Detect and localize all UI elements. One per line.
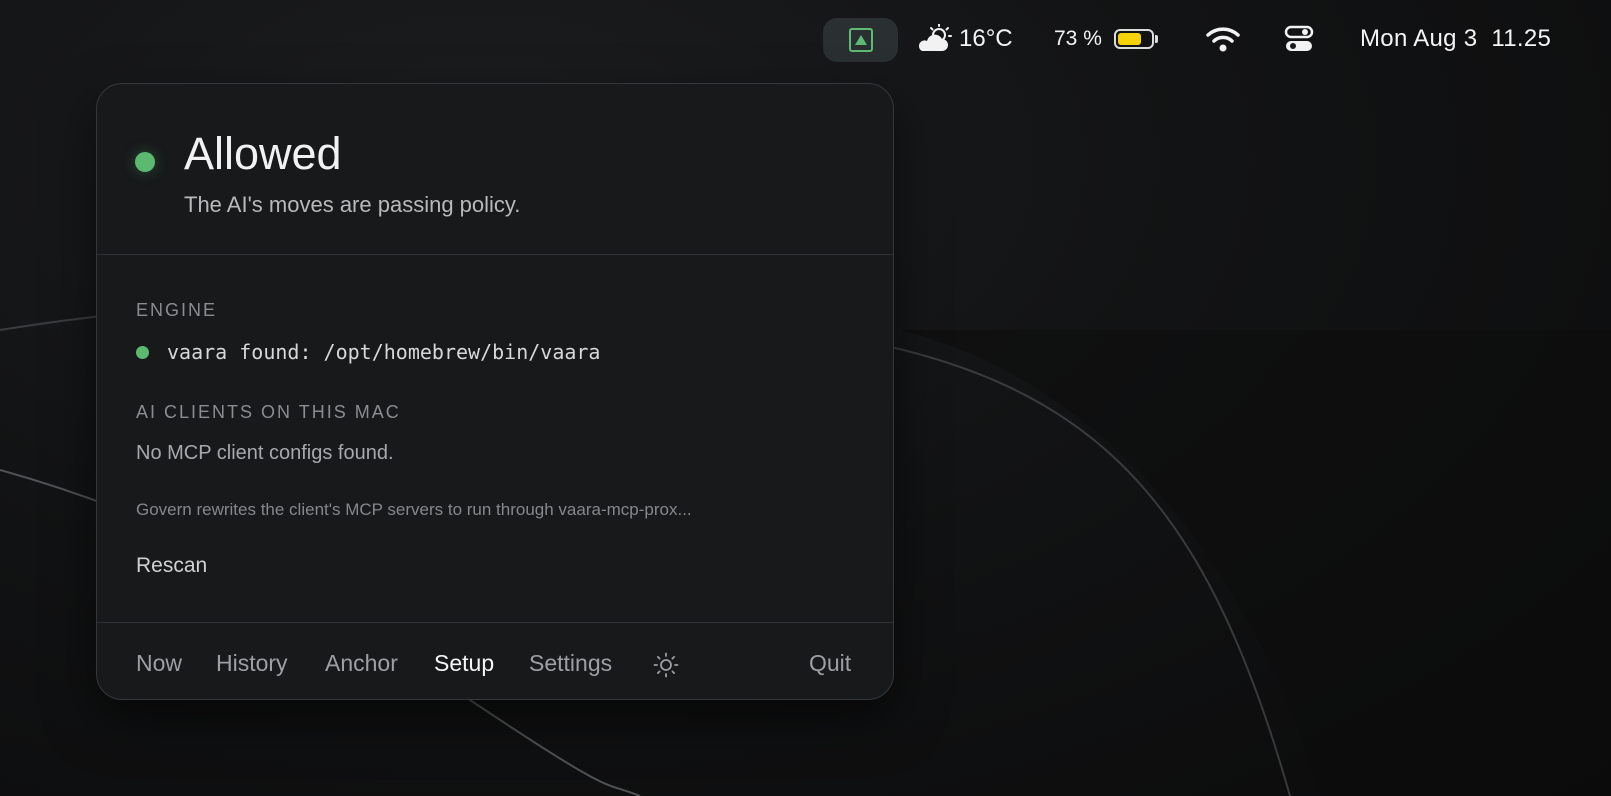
- status-subtitle: The AI's moves are passing policy.: [184, 192, 521, 217]
- tab-bar: Now History Anchor Setup Settings Quit: [97, 622, 893, 701]
- tab-history[interactable]: History: [216, 650, 288, 677]
- divider: [97, 254, 893, 255]
- control-center-button[interactable]: [1284, 18, 1314, 60]
- weather-widget[interactable]: 16°C: [915, 18, 1013, 60]
- govern-note: Govern rewrites the client's MCP servers…: [136, 500, 692, 519]
- control-center-icon: [1284, 25, 1314, 51]
- sun-icon: [653, 652, 679, 678]
- status-title: Allowed: [184, 128, 342, 179]
- engine-status-dot: [136, 345, 149, 359]
- battery-percent-label: 73 %: [1054, 27, 1102, 50]
- engine-section-label: ENGINE: [136, 300, 218, 320]
- status-indicator-dot: [135, 152, 155, 172]
- vaara-triangle-icon: [848, 28, 873, 52]
- tab-anchor[interactable]: Anchor: [325, 650, 398, 677]
- theme-toggle-button[interactable]: [653, 652, 679, 678]
- no-clients-message: No MCP client configs found.: [136, 442, 394, 464]
- menubar-clock[interactable]: Mon Aug 3 11.25: [1360, 18, 1551, 60]
- status-header: Allowed The AI's moves are passing polic…: [97, 84, 893, 254]
- battery-icon: [1113, 29, 1158, 49]
- wifi-menu[interactable]: [1206, 18, 1240, 60]
- menu-bar: 16°C 73 % Mon Aug 3 11.25: [0, 0, 1611, 78]
- tab-settings[interactable]: Settings: [529, 650, 612, 677]
- temperature-label: 16°C: [959, 25, 1013, 52]
- engine-status-text: vaara found: /opt/homebrew/bin/vaara: [167, 340, 601, 364]
- rescan-button[interactable]: Rescan: [136, 554, 207, 578]
- wifi-icon: [1206, 27, 1240, 52]
- tab-setup[interactable]: Setup: [434, 650, 494, 677]
- vaara-menubar-button[interactable]: [823, 18, 898, 62]
- partly-sunny-icon: [918, 24, 952, 51]
- ai-clients-section-label: AI CLIENTS ON THIS MAC: [136, 402, 401, 422]
- quit-button[interactable]: Quit: [809, 650, 851, 677]
- battery-status[interactable]: 73 %: [1054, 18, 1158, 60]
- tab-now[interactable]: Now: [136, 650, 182, 677]
- engine-status-row: vaara found: /opt/homebrew/bin/vaara: [136, 340, 600, 364]
- battery-level-fill: [1117, 33, 1142, 45]
- vaara-popover: Allowed The AI's moves are passing polic…: [96, 83, 894, 700]
